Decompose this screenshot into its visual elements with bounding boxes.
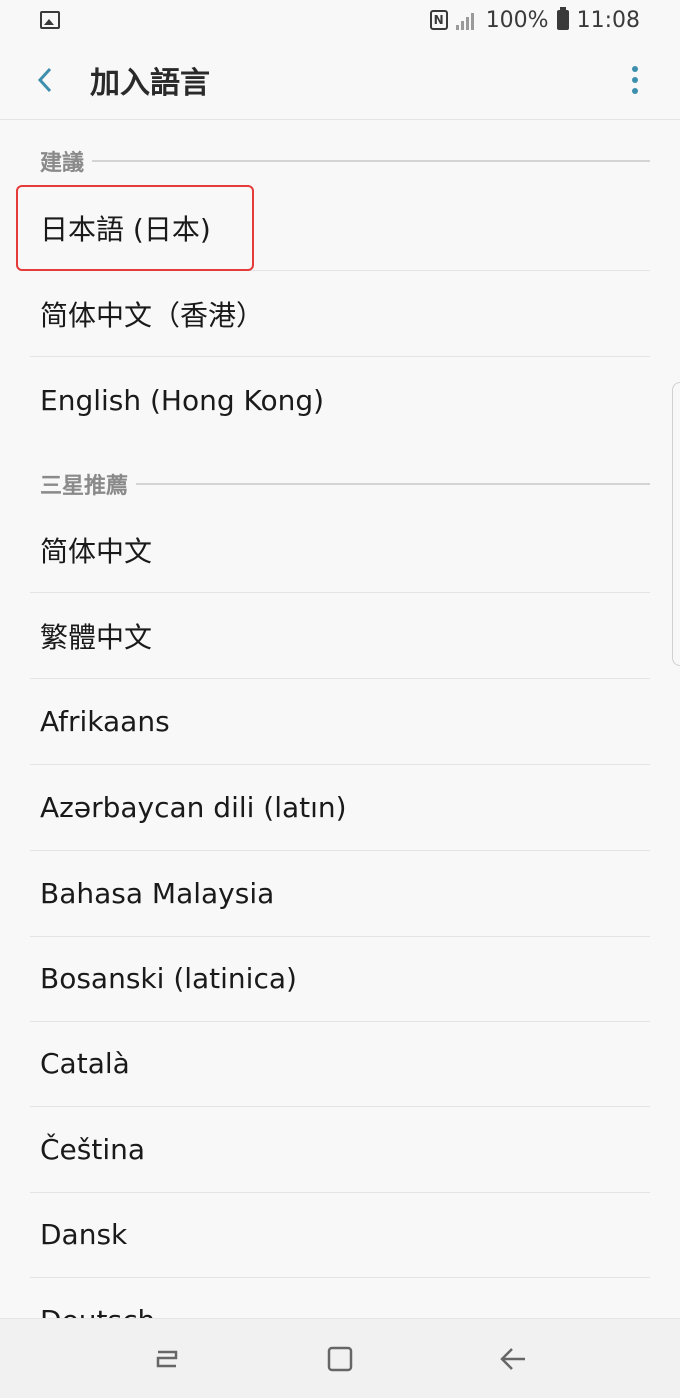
list-item[interactable]: 简体中文	[30, 507, 650, 593]
list-item[interactable]: English (Hong Kong)	[30, 357, 650, 443]
chevron-left-icon	[37, 67, 52, 92]
signal-icon	[455, 10, 478, 30]
list-item[interactable]: Català	[30, 1021, 650, 1107]
section-label: 三星推薦	[40, 474, 129, 499]
list-item[interactable]: Bahasa Malaysia	[30, 851, 650, 937]
list-item[interactable]: Azərbaycan dili (latın)	[30, 765, 650, 851]
home-icon	[327, 1346, 353, 1371]
section-header-suggested: 建議	[40, 145, 650, 177]
section-label: 建議	[40, 151, 85, 176]
scroll-edge-indicator	[672, 382, 680, 666]
clock: 11:08	[576, 7, 640, 33]
list-item[interactable]: 繁體中文	[30, 593, 650, 679]
navigation-bar	[0, 1318, 680, 1398]
page-title: 加入語言	[90, 65, 210, 101]
list-item[interactable]: 简体中文（香港）	[30, 271, 650, 357]
image-icon	[40, 11, 60, 29]
more-options-button[interactable]	[590, 40, 680, 120]
battery-icon	[556, 7, 569, 30]
divider	[136, 483, 650, 485]
section-header-recommended: 三星推薦	[40, 468, 650, 500]
list-item[interactable]: Deutsch	[30, 1277, 650, 1319]
more-vertical-icon	[632, 65, 638, 72]
recents-icon	[156, 1350, 177, 1367]
list-item[interactable]: Čeština	[30, 1107, 650, 1193]
battery-percent: 100%	[485, 7, 549, 33]
app-bar: 加入語言	[0, 40, 680, 120]
back-arrow-icon	[500, 1347, 526, 1370]
list-item[interactable]: Afrikaans	[30, 679, 650, 765]
list-item[interactable]: 日本語 (日本)	[30, 185, 650, 271]
list-item[interactable]: Bosanski (latinica)	[30, 936, 650, 1022]
divider	[92, 160, 650, 162]
status-bar: N 100% 11:08	[0, 0, 680, 40]
language-list[interactable]: 建議 日本語 (日本) 简体中文（香港） English (Hong Kong)…	[0, 121, 680, 1318]
back-nav-button[interactable]	[483, 1329, 543, 1389]
home-button[interactable]	[310, 1329, 370, 1389]
nfc-icon: N	[429, 10, 448, 30]
recents-button[interactable]	[137, 1329, 197, 1389]
back-button[interactable]	[0, 40, 90, 120]
list-item[interactable]: Dansk	[30, 1192, 650, 1278]
